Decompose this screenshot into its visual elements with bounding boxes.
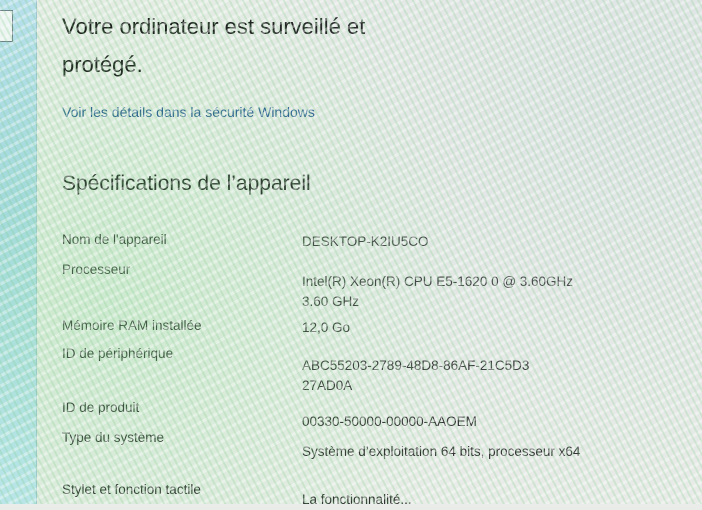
spec-label: Mémoire RAM installée [62,318,202,333]
spec-value[interactable]: Système d’exploitation 64 bits, processe… [302,442,582,462]
left-panel [0,0,37,504]
spec-label: ID de périphérique [62,346,174,361]
spec-label: Processeur [62,262,131,277]
spec-value[interactable]: La fonctionnalité... [302,490,582,510]
spec-label: Type du système [62,430,165,445]
spec-label: Stylet et fonction tactile [62,482,201,497]
device-specs-heading: Spécifications de l’appareil [62,172,311,195]
spec-value[interactable]: Intel(R) Xeon(R) CPU E5-1620 0 @ 3.60GHz… [302,272,582,312]
about-content: Votre ordinateur est surveillé et protég… [62,0,692,507]
spec-value[interactable]: DESKTOP-K2IU5CO [302,232,582,252]
spec-label: ID de produit [62,400,140,415]
spec-value[interactable]: ABC55203-2789-48D8-86AF-21C5D3 27AD0A [302,356,582,396]
panel-tab[interactable] [0,10,13,42]
spec-label: Nom de l'appareil [62,232,167,247]
security-status-text: Votre ordinateur est surveillé et protég… [62,14,366,77]
spec-value[interactable]: 12,0 Go [302,318,582,338]
security-details-link[interactable]: Voir les détails dans la sécurité Window… [62,104,315,120]
spec-value[interactable]: 00330-50000-00000-AAOEM [302,412,582,432]
